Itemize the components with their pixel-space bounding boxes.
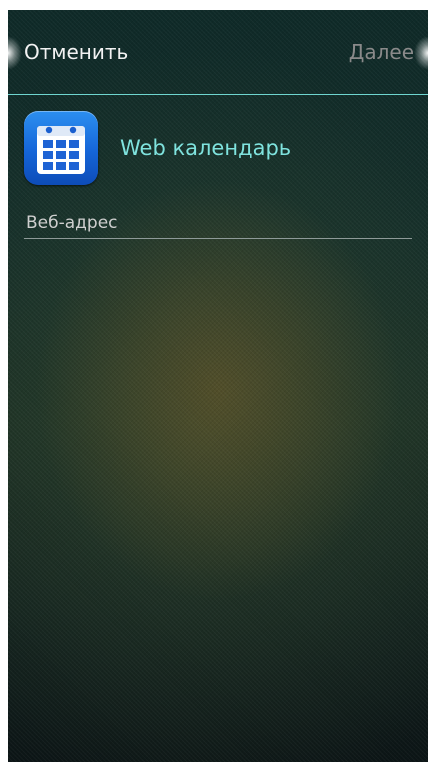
web-address-underline: [24, 238, 412, 239]
account-title: Web календарь: [120, 136, 292, 160]
web-address-input[interactable]: Веб-адрес: [26, 213, 118, 233]
cancel-button[interactable]: Отменить: [24, 40, 128, 64]
next-button[interactable]: Далее: [349, 40, 414, 64]
screen: Отменить Далее Web календарь Веб-адрес: [8, 10, 428, 762]
header-bar: Отменить Далее: [8, 10, 428, 95]
header-glow-right: [414, 36, 428, 70]
account-type-row: Web календарь: [24, 111, 291, 185]
calendar-icon: [24, 111, 98, 185]
header-glow-left: [8, 36, 22, 70]
